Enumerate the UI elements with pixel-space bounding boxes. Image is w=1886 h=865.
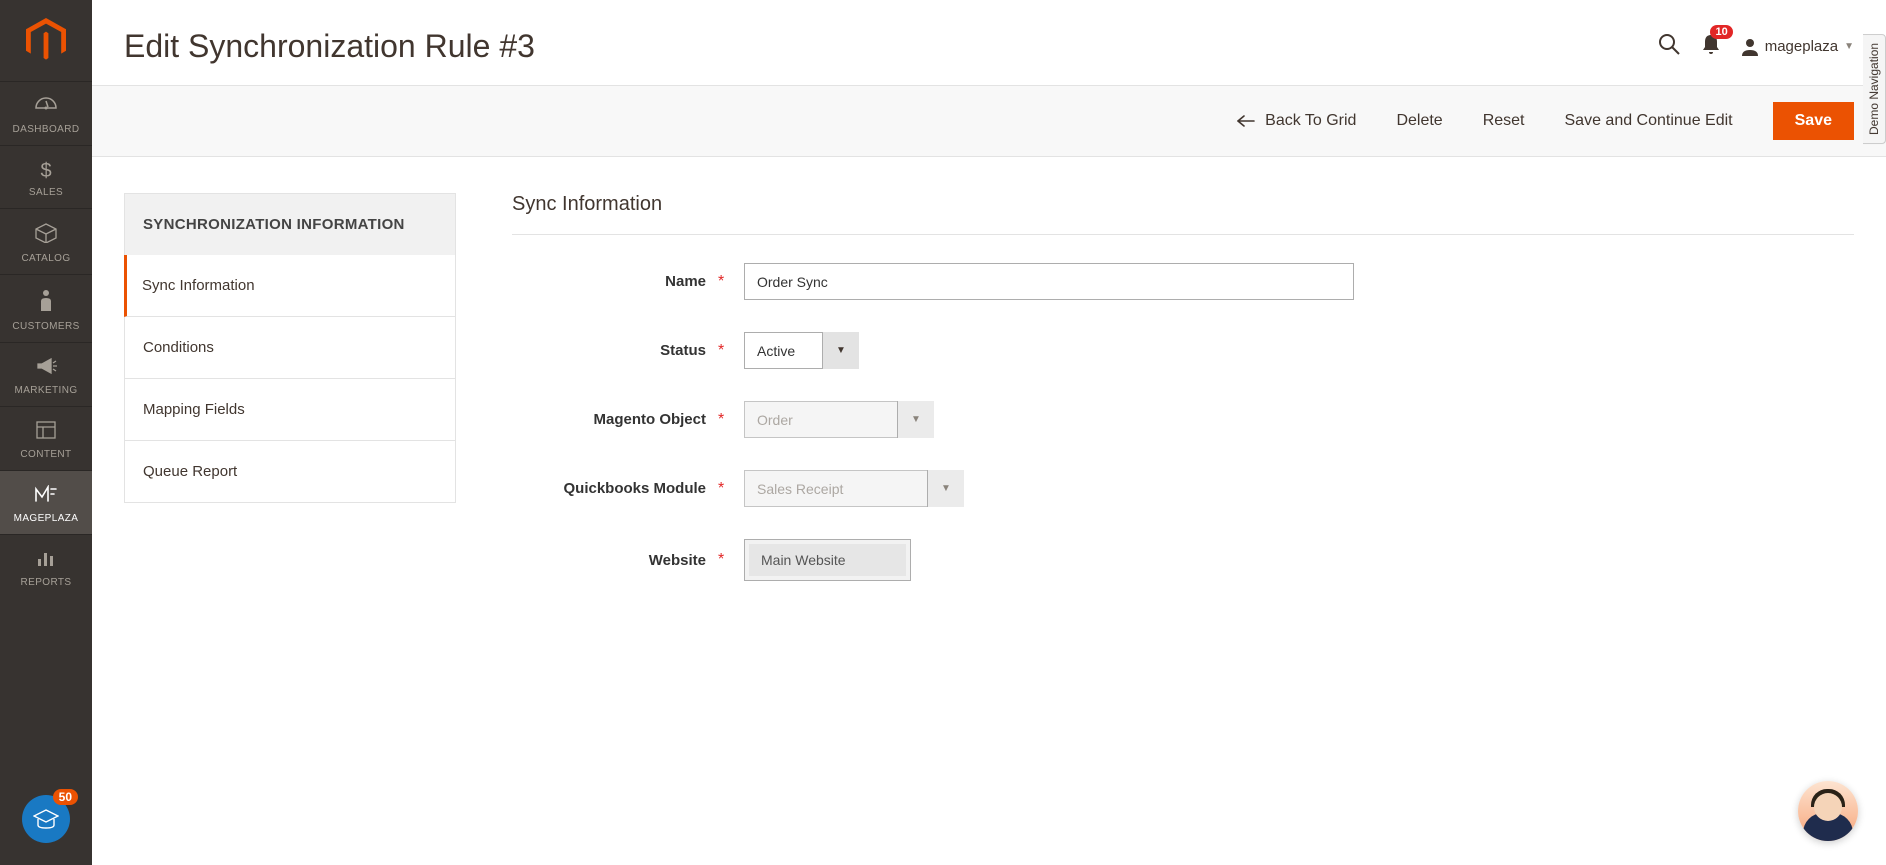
required-marker: * (718, 411, 730, 429)
reset-label: Reset (1483, 112, 1525, 130)
tab-label: Conditions (143, 339, 214, 356)
nav-label: DASHBOARD (4, 124, 88, 135)
dollar-icon: $ (4, 160, 88, 183)
demo-navigation-tab[interactable]: Demo Navigation (1863, 34, 1886, 144)
section-title: Sync Information (512, 193, 1854, 235)
notifications-button[interactable]: 10 (1701, 33, 1721, 60)
quickbooks-module-label: Quickbooks Module (512, 480, 712, 497)
name-label: Name (512, 273, 712, 290)
tab-queue-report[interactable]: Queue Report (124, 441, 456, 503)
user-menu[interactable]: mageplaza ▼ (1741, 38, 1854, 56)
status-select[interactable]: Active (744, 332, 859, 369)
field-row-quickbooks-module: Quickbooks Module * Sales Receipt (512, 470, 1854, 507)
nav-sales[interactable]: $ SALES (0, 145, 92, 208)
nav-content[interactable]: CONTENT (0, 406, 92, 470)
website-multiselect: Main Website (744, 539, 911, 581)
form-panel: Sync Information Name * Status * Active … (512, 193, 1854, 613)
megaphone-icon (4, 357, 88, 381)
nav-catalog[interactable]: CATALOG (0, 208, 92, 274)
magento-object-select-wrap: Order (744, 401, 934, 438)
username: mageplaza (1765, 38, 1838, 55)
required-marker: * (718, 551, 730, 569)
tab-label: Mapping Fields (143, 401, 245, 418)
magento-object-label: Magento Object (512, 411, 712, 428)
back-to-grid-button[interactable]: Back To Grid (1237, 112, 1356, 130)
field-row-name: Name * (512, 263, 1854, 300)
nav-label: CATALOG (4, 253, 88, 264)
field-row-website: Website * Main Website (512, 539, 1854, 581)
required-marker: * (718, 480, 730, 498)
box-icon (4, 223, 88, 249)
required-marker: * (718, 273, 730, 291)
magento-logo-icon (26, 18, 66, 62)
nav-label: MARKETING (4, 385, 88, 396)
page-header: Edit Synchronization Rule #3 10 mageplaz… (92, 0, 1886, 85)
back-label: Back To Grid (1265, 112, 1356, 130)
nav-label: MAGEPLAZA (4, 513, 88, 524)
tab-sync-information[interactable]: Sync Information (124, 255, 456, 317)
main-area: Edit Synchronization Rule #3 10 mageplaz… (92, 0, 1886, 653)
magento-logo[interactable] (26, 0, 66, 81)
action-bar: Back To Grid Delete Reset Save and Conti… (92, 85, 1886, 157)
academy-count: 50 (53, 789, 78, 805)
search-button[interactable] (1657, 32, 1681, 61)
dashboard-icon (4, 96, 88, 120)
website-option: Main Website (749, 544, 906, 576)
support-avatar[interactable] (1798, 781, 1858, 841)
header-tools: 10 mageplaza ▼ (1657, 32, 1854, 61)
chevron-down-icon: ▼ (1844, 41, 1854, 52)
tab-label: Queue Report (143, 463, 237, 480)
side-tabs: SYNCHRONIZATION INFORMATION Sync Informa… (124, 193, 456, 503)
nav-label: CONTENT (4, 449, 88, 460)
tab-label: Sync Information (142, 277, 255, 294)
website-label: Website (512, 552, 712, 569)
status-label: Status (512, 342, 712, 359)
nav-mageplaza[interactable]: MAGEPLAZA (0, 470, 92, 534)
academy-badge[interactable]: 50 (22, 795, 70, 843)
required-marker: * (718, 342, 730, 360)
tab-conditions[interactable]: Conditions (124, 317, 456, 379)
delete-label: Delete (1396, 112, 1442, 130)
delete-button[interactable]: Delete (1396, 112, 1442, 130)
reset-button[interactable]: Reset (1483, 112, 1525, 130)
notification-count: 10 (1710, 25, 1732, 39)
reports-icon (4, 549, 88, 573)
side-tabs-header: SYNCHRONIZATION INFORMATION (124, 193, 456, 255)
save-button[interactable]: Save (1773, 102, 1854, 140)
nav-customers[interactable]: CUSTOMERS (0, 274, 92, 342)
layout-icon (4, 421, 88, 445)
magento-object-select: Order (744, 401, 934, 438)
nav-dashboard[interactable]: DASHBOARD (0, 81, 92, 145)
page-title: Edit Synchronization Rule #3 (124, 28, 535, 65)
nav-reports[interactable]: REPORTS (0, 534, 92, 598)
nav-marketing[interactable]: MARKETING (0, 342, 92, 406)
person-icon (4, 289, 88, 317)
nav-label: SALES (4, 187, 88, 198)
quickbooks-module-select-wrap: Sales Receipt (744, 470, 964, 507)
name-input[interactable] (744, 263, 1354, 300)
mageplaza-icon (4, 485, 88, 509)
search-icon (1657, 32, 1681, 56)
field-row-status: Status * Active (512, 332, 1854, 369)
graduation-cap-icon (33, 808, 59, 830)
user-icon (1741, 38, 1759, 56)
admin-sidebar: DASHBOARD $ SALES CATALOG CUSTOMERS MARK… (0, 0, 92, 865)
nav-label: REPORTS (4, 577, 88, 588)
content-area: SYNCHRONIZATION INFORMATION Sync Informa… (92, 157, 1886, 653)
save-continue-button[interactable]: Save and Continue Edit (1565, 112, 1733, 130)
status-select-wrap: Active (744, 332, 859, 369)
quickbooks-module-select: Sales Receipt (744, 470, 964, 507)
save-continue-label: Save and Continue Edit (1565, 112, 1733, 130)
field-row-magento-object: Magento Object * Order (512, 401, 1854, 438)
arrow-left-icon (1237, 115, 1255, 127)
tab-mapping-fields[interactable]: Mapping Fields (124, 379, 456, 441)
avatar-body (1803, 813, 1853, 841)
nav-label: CUSTOMERS (4, 321, 88, 332)
avatar-head (1814, 793, 1842, 821)
